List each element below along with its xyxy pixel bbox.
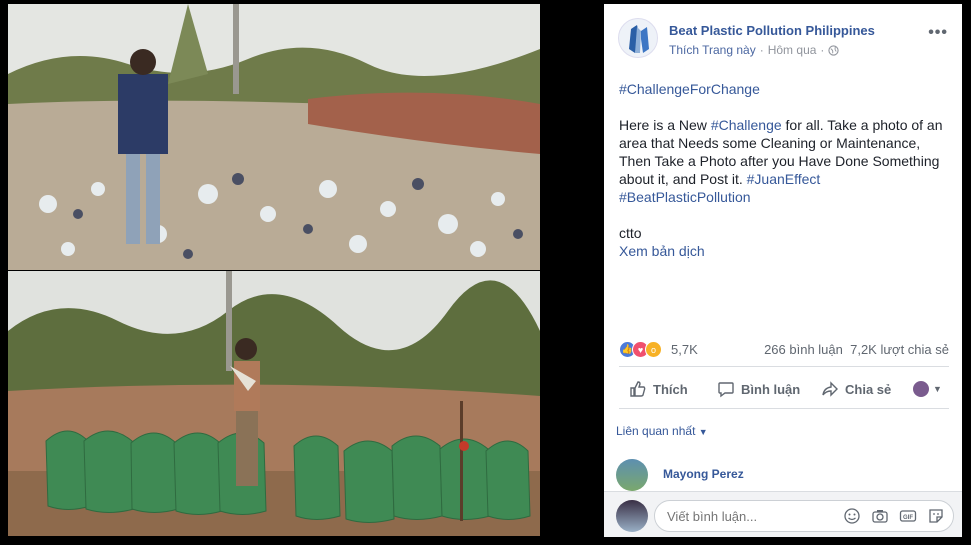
comment-item: Mayong Perez <box>616 459 946 491</box>
divider <box>619 408 949 409</box>
commenter-name[interactable]: Mayong Perez <box>663 467 744 481</box>
wow-reaction-icon: o <box>645 341 662 358</box>
before-photo[interactable] <box>8 4 540 270</box>
comment-box[interactable]: GIF <box>654 500 954 532</box>
post-panel: Beat Plastic Pollution Philippines Thích… <box>604 4 962 537</box>
comment-filter-label: Liên quan nhất <box>616 424 696 438</box>
globe-icon <box>828 44 840 56</box>
like-page-link[interactable]: Thích Trang này <box>669 43 756 57</box>
hashtag-challenge[interactable]: #Challenge <box>711 117 782 133</box>
comment-count[interactable]: 266 bình luận <box>764 342 843 357</box>
reactions-bar: 👍 ♥ o 5,7K 266 bình luận 7,2K lượt chia … <box>619 340 949 360</box>
post-header: Beat Plastic Pollution Philippines Thích… <box>618 18 948 66</box>
comment-button[interactable]: Bình luận <box>717 380 800 398</box>
post-time[interactable]: Hôm qua <box>768 43 817 57</box>
post-actions: Thích Bình luận Chia sẻ ▼ <box>619 373 949 405</box>
post-body: #ChallengeForChange Here is a New #Chall… <box>619 80 951 260</box>
comment-box-icons: GIF <box>843 507 945 525</box>
write-comment-row: GIF <box>604 491 962 537</box>
meta-separator: · <box>759 43 764 57</box>
chevron-down-icon: ▼ <box>698 427 708 437</box>
identity-selector[interactable]: ▼ <box>913 381 942 397</box>
share-button[interactable]: Chia sẻ <box>821 380 891 398</box>
hashtag-challengeforchange[interactable]: #ChallengeForChange <box>619 81 760 97</box>
hashtag-juaneffect[interactable]: #JuanEffect <box>747 171 821 187</box>
commenter-avatar[interactable] <box>616 459 648 491</box>
gif-icon[interactable]: GIF <box>899 507 917 525</box>
reaction-icons[interactable]: 👍 ♥ o <box>619 341 662 358</box>
hashtag-beatplasticpollution[interactable]: #BeatPlasticPollution <box>619 189 751 205</box>
like-icon <box>630 381 646 397</box>
credit-text: ctto <box>619 225 642 241</box>
comment-filter[interactable]: Liên quan nhất ▼ <box>616 424 708 438</box>
emoji-icon[interactable] <box>843 507 861 525</box>
page-name-link[interactable]: Beat Plastic Pollution Philippines <box>669 23 875 38</box>
share-icon <box>822 381 838 397</box>
camera-icon[interactable] <box>871 507 889 525</box>
page-avatar[interactable] <box>618 18 658 58</box>
chevron-down-icon: ▼ <box>933 384 942 394</box>
comment-input[interactable] <box>667 509 837 524</box>
sticker-icon[interactable] <box>927 507 945 525</box>
more-icon[interactable]: ••• <box>928 24 948 42</box>
share-count[interactable]: 7,2K lượt chia sẻ <box>850 342 949 357</box>
divider <box>619 366 949 367</box>
photo-viewer <box>0 0 604 545</box>
meta-separator-2: · <box>820 43 825 57</box>
comment-label: Bình luận <box>741 381 801 397</box>
svg-text:GIF: GIF <box>903 515 913 521</box>
avatar <box>616 500 648 532</box>
like-label: Thích <box>653 381 688 397</box>
post-meta: Thích Trang này · Hôm qua · <box>669 43 840 57</box>
after-photo[interactable] <box>8 271 540 536</box>
body-text-1: Here is a New <box>619 117 711 133</box>
avatar <box>913 381 929 397</box>
comment-icon <box>718 382 734 398</box>
reaction-count[interactable]: 5,7K <box>671 342 698 357</box>
share-label: Chia sẻ <box>845 381 892 397</box>
like-button[interactable]: Thích <box>629 380 688 398</box>
see-translation-link[interactable]: Xem bản dịch <box>619 243 705 259</box>
engagement-stats: 266 bình luận 7,2K lượt chia sẻ <box>764 342 949 357</box>
